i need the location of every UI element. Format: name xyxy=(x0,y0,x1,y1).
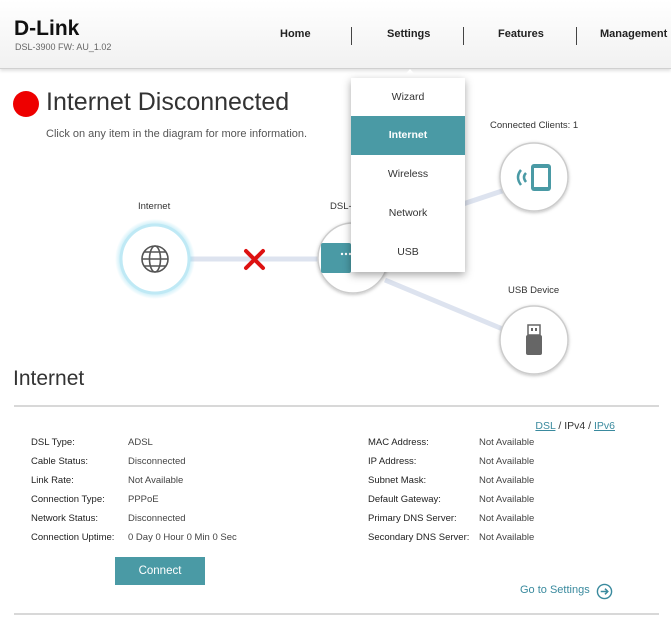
info-label: Link Rate: xyxy=(31,475,74,486)
main-nav: Home Settings Features Management xyxy=(0,0,671,69)
arrow-right-circle-icon[interactable] xyxy=(596,583,613,600)
ipv6-link[interactable]: IPv6 xyxy=(594,420,615,432)
info-label: IP Address: xyxy=(368,456,417,467)
menu-item-wizard[interactable]: Wizard xyxy=(351,78,465,117)
status-title: Internet Disconnected xyxy=(46,88,290,116)
clients-node[interactable] xyxy=(499,142,569,212)
info-value: 0 Day 0 Hour 0 Min 0 Sec xyxy=(128,532,237,543)
menu-item-network[interactable]: Network xyxy=(351,194,465,233)
disconnected-x-icon xyxy=(244,249,265,270)
nav-features[interactable]: Features xyxy=(498,28,544,40)
info-label: Subnet Mask: xyxy=(368,475,427,486)
info-value: Not Available xyxy=(479,532,535,543)
connect-button[interactable]: Connect xyxy=(115,557,205,585)
usb-node-label: USB Device xyxy=(508,285,560,296)
info-value: PPPoE xyxy=(128,494,159,505)
usb-drive-icon xyxy=(526,324,542,355)
usb-node[interactable] xyxy=(499,305,569,375)
settings-dropdown: Wizard Internet Wireless Network USB xyxy=(351,78,465,272)
info-label: Network Status: xyxy=(31,513,99,524)
router-icon xyxy=(321,243,352,273)
menu-item-usb[interactable]: USB xyxy=(351,233,465,272)
router-node-label: DSL- xyxy=(330,201,352,212)
section-divider xyxy=(14,405,659,407)
info-value: Not Available xyxy=(479,513,535,524)
info-label: Default Gateway: xyxy=(368,494,441,505)
status-hint: Click on any item in the diagram for mor… xyxy=(46,128,308,140)
info-value: Not Available xyxy=(128,475,184,486)
info-label: Cable Status: xyxy=(31,456,89,467)
bottom-divider xyxy=(14,613,659,615)
top-header: D-Link DSL-3900 FW: AU_1.02 Home Setting… xyxy=(0,0,671,69)
info-label: DSL Type: xyxy=(31,437,75,448)
menu-item-wireless[interactable]: Wireless xyxy=(351,155,465,194)
nav-divider xyxy=(351,27,352,45)
info-value: Not Available xyxy=(479,494,535,505)
info-value: Not Available xyxy=(479,456,535,467)
internet-node[interactable] xyxy=(115,219,195,299)
nav-settings[interactable]: Settings xyxy=(387,28,430,40)
ipv4-current: IPv4 xyxy=(564,420,586,432)
info-value: Not Available xyxy=(479,475,535,486)
clients-node-label: Connected Clients: 1 xyxy=(490,120,579,131)
dsl-link[interactable]: DSL xyxy=(535,420,555,432)
menu-item-internet[interactable]: Internet xyxy=(351,116,465,155)
status-indicator xyxy=(13,91,39,117)
info-label: Connection Uptime: xyxy=(31,532,115,543)
info-label: Secondary DNS Server: xyxy=(368,532,470,543)
internet-node-label: Internet xyxy=(138,201,171,212)
info-label: Connection Type: xyxy=(31,494,105,505)
dropdown-caret xyxy=(402,69,418,78)
info-label: Primary DNS Server: xyxy=(368,513,457,524)
info-value: Not Available xyxy=(479,437,535,448)
nav-management[interactable]: Management xyxy=(600,28,667,40)
info-value: ADSL xyxy=(128,437,153,448)
info-value: Disconnected xyxy=(128,513,186,524)
go-to-settings-link[interactable]: Go to Settings xyxy=(520,584,590,596)
router-admin-page: D-Link DSL-3900 FW: AU_1.02 Home Setting… xyxy=(0,0,671,625)
nav-divider xyxy=(463,27,464,45)
nav-divider xyxy=(576,27,577,45)
nav-home[interactable]: Home xyxy=(280,28,311,40)
usb-link-line xyxy=(384,277,506,333)
protocol-links: DSL / IPv4 / IPv6 xyxy=(535,420,615,432)
internet-section-title: Internet xyxy=(13,367,85,390)
info-value: Disconnected xyxy=(128,456,186,467)
info-label: MAC Address: xyxy=(368,437,429,448)
